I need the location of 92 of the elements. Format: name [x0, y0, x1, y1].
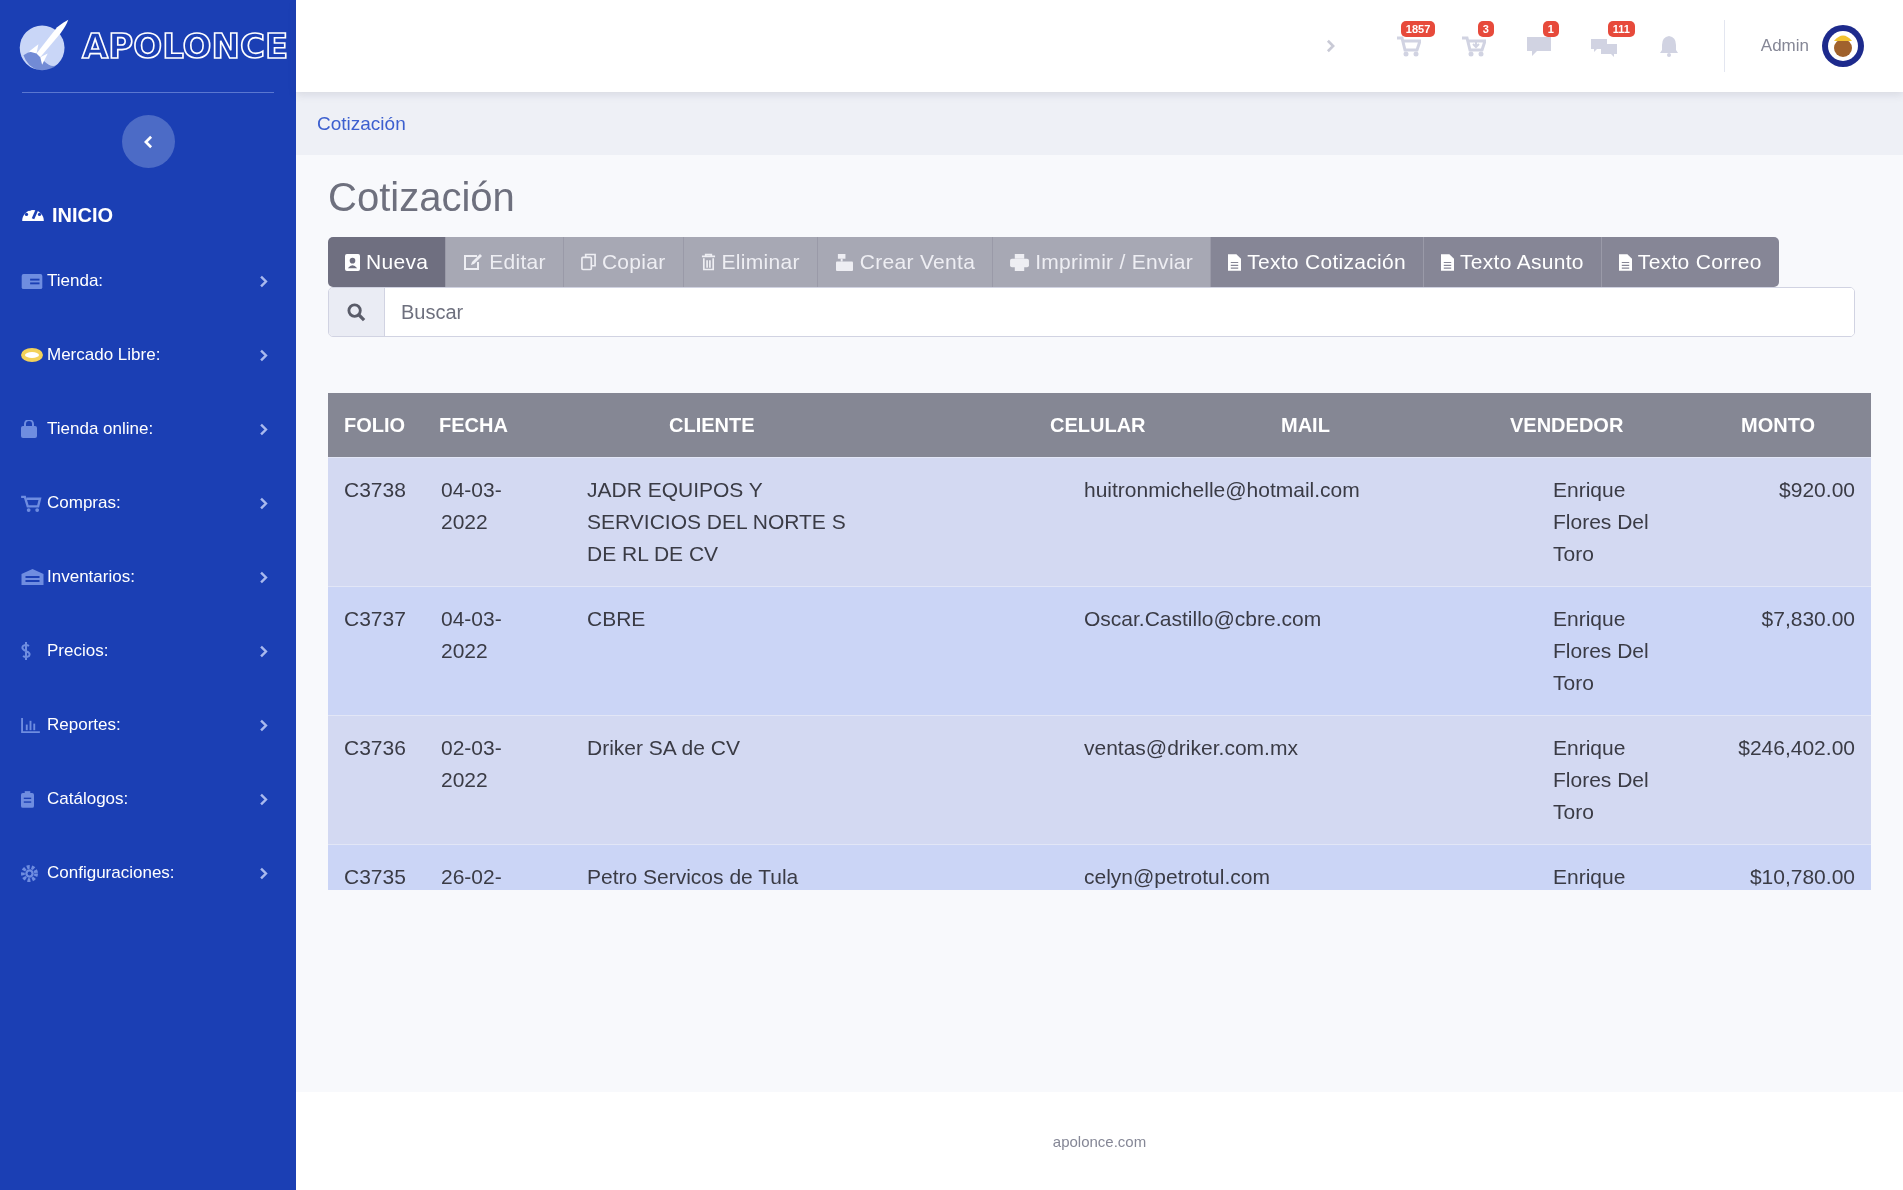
table-cell-text: C3735	[344, 864, 407, 890]
user-name[interactable]: Admin	[1760, 36, 1809, 56]
table-cell-text: Driker SA de CV	[587, 735, 741, 761]
document-icon	[1618, 253, 1632, 271]
sidebar-item[interactable]: Tienda online:	[0, 392, 296, 466]
document-icon	[1228, 253, 1242, 271]
count-badge: 3	[1477, 21, 1494, 37]
sidebar-item[interactable]: Precios:	[0, 614, 296, 688]
table-cell-text: Enrique	[1553, 864, 1627, 890]
gear-icon	[21, 864, 38, 882]
sidebar-item[interactable]: Configuraciones:	[0, 836, 296, 910]
trash-icon	[700, 253, 716, 271]
sidebar-item[interactable]: Reportes:	[0, 688, 296, 762]
copy-icon	[580, 253, 596, 271]
column-header[interactable]: FECHA	[439, 413, 669, 437]
footer-text: apolonce.com	[1052, 1132, 1147, 1150]
table-cell-text: huitronmichelle@hotmail.com	[1084, 477, 1361, 503]
count-badge: 1	[1542, 21, 1559, 37]
breadcrumb-link[interactable]: Cotización	[317, 112, 406, 135]
table-cell-text: Petro Servicos de Tula	[587, 864, 800, 890]
clipboard-icon	[21, 790, 34, 808]
card-icon	[21, 273, 43, 289]
table-cell-text: C3738	[344, 477, 407, 503]
chevron-icon	[259, 496, 268, 510]
home-link[interactable]: INICIO	[52, 203, 114, 227]
cart-icon[interactable]	[1397, 35, 1422, 57]
column-header[interactable]: CLIENTE	[669, 413, 1050, 437]
chevron-icon	[259, 718, 268, 732]
bar-chart-icon	[21, 717, 40, 733]
sidebar-item[interactable]: Mercado Libre:	[0, 318, 296, 392]
warehouse-icon	[21, 569, 44, 585]
column-header[interactable]: MONTO	[1741, 413, 1871, 437]
table-cell-text: Enrique Flores Del Toro	[1553, 735, 1650, 825]
chevron-icon	[259, 348, 268, 362]
table-cell-text: Enrique Flores Del Toro	[1553, 477, 1650, 567]
toolbar-button[interactable]: Texto Cotización	[1211, 237, 1424, 287]
column-header[interactable]: FOLIO	[344, 413, 439, 437]
sidebar-item[interactable]: Compras:	[0, 466, 296, 540]
table-cell-text: $7,830.00	[1760, 606, 1855, 632]
cart-download-icon[interactable]	[1462, 35, 1487, 57]
dollar-icon	[21, 642, 31, 660]
table-cell-text: $10,780.00	[1748, 864, 1855, 890]
edit-icon	[463, 253, 484, 271]
table-cell-text: Enrique Flores Del Toro	[1553, 606, 1650, 696]
column-header[interactable]: MAIL	[1281, 413, 1510, 437]
count-badge: 111	[1607, 21, 1635, 37]
table-cell-text: Oscar.Castillo@cbre.com	[1084, 606, 1323, 632]
table-cell-text: 04-03-2022	[441, 606, 503, 664]
contact-card-icon	[345, 253, 360, 271]
cash-register-icon	[834, 253, 854, 271]
chevron-icon	[259, 866, 268, 880]
brand-name: APOLONCE	[82, 26, 289, 66]
chevron-icon	[259, 422, 268, 436]
avatar-icon[interactable]	[1821, 24, 1865, 68]
table-row[interactable]: C3736 02-03-2022 Driker SA de CV ventas@driker.com.mx Enrique Flores Del Toro $246,402.00	[328, 715, 1871, 844]
table-cell-text: 26-02-	[441, 864, 503, 890]
table-cell-text: CBRE	[587, 606, 647, 632]
sidebar-item[interactable]: Inventarios:	[0, 540, 296, 614]
search-field[interactable]: Buscar	[328, 287, 1855, 337]
toolbar-button[interactable]: Nueva	[328, 237, 447, 287]
chevron-icon	[259, 274, 268, 288]
search-icon	[347, 302, 366, 322]
gauge-icon	[21, 208, 45, 222]
column-header[interactable]: CELULAR	[1050, 413, 1281, 437]
column-header[interactable]: VENDEDOR	[1510, 413, 1741, 437]
sidebar-item[interactable]: Tienda:	[0, 244, 296, 318]
document-icon	[1441, 253, 1454, 271]
table-cell-text: 04-03-2022	[441, 477, 503, 535]
table-row[interactable]: C3735 26-02- Petro Servicos de Tula celyn@petrotul.com Enrique $10,780.00	[328, 844, 1871, 890]
sidebar-item[interactable]: Catálogos:	[0, 762, 296, 836]
table-row[interactable]: C3738 04-03-2022 JADR EQUIPOS Y SERVICIOS DEL NORTE S DE RL DE CV huitronmichelle@hotmail.com Enrique Flores Del Toro $920.00	[328, 457, 1871, 586]
table-cell-text: 02-03-2022	[441, 735, 503, 793]
printer-icon	[1010, 253, 1030, 271]
table-row[interactable]: C3737 04-03-2022 CBRE Oscar.Castillo@cbre.com Enrique Flores Del Toro $7,830.00	[328, 586, 1871, 715]
table-cell-text: C3736	[344, 735, 407, 761]
page-title: Cotización	[328, 175, 516, 221]
cart-icon	[21, 494, 42, 512]
chevron-icon	[259, 644, 268, 658]
table-cell-text: C3737	[344, 606, 407, 632]
table-cell-text: ventas@driker.com.mx	[1084, 735, 1299, 761]
chevron-icon	[259, 792, 268, 806]
message-icon[interactable]	[1527, 35, 1552, 57]
toolbar-button[interactable]: Texto Correo	[1601, 237, 1779, 287]
toolbar-button[interactable]: Texto Asunto	[1424, 237, 1602, 287]
chevron-icon	[259, 570, 268, 584]
table-cell-text: $246,402.00	[1737, 735, 1855, 761]
table-cell-text: $920.00	[1778, 477, 1855, 503]
table-cell-text: celyn@petrotul.com	[1084, 864, 1271, 890]
chevron-left-icon	[143, 134, 153, 149]
count-badge: 1857	[1400, 21, 1436, 37]
sidebar-toggle-button[interactable]	[121, 115, 175, 168]
table-cell-text: JADR EQUIPOS Y SERVICIOS DEL NORTE S DE RL DE CV	[587, 477, 847, 567]
